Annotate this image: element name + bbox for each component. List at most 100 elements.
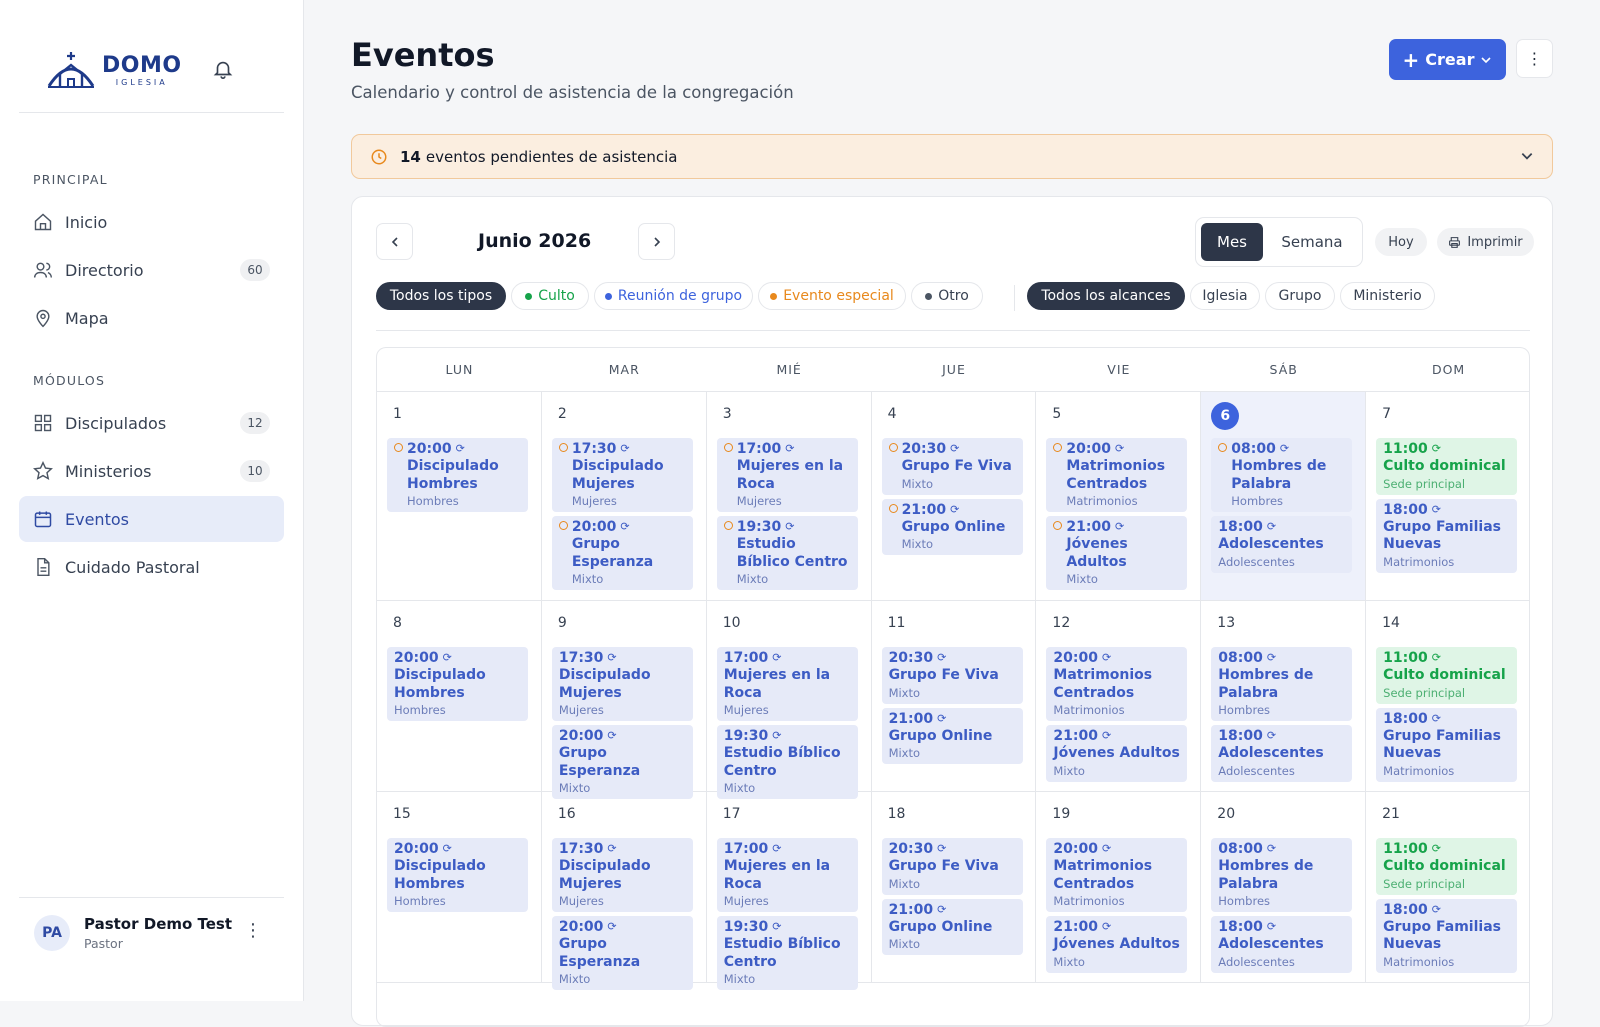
event-time: 21:00 xyxy=(1066,519,1111,535)
day-cell[interactable]: 13 08:00 ⟳ Hombres de Palabra Hombres 18:00 ⟳ A… xyxy=(1201,601,1367,792)
day-cell[interactable]: 17 17:00 ⟳ Mujeres en la Roca Mujeres 19:30 ⟳ E… xyxy=(706,792,872,990)
event-item[interactable]: 21:00 ⟳ Jóvenes Adultos Mixto xyxy=(1046,516,1188,590)
day-cell[interactable]: 2 17:30 ⟳ Discipulado Mujeres Mujeres 20:00 ⟳ G… xyxy=(541,392,707,601)
day-cell[interactable]: 14 11:00 ⟳ Culto dominical Sede principal 18:… xyxy=(1366,601,1529,792)
event-item[interactable]: 20:00 ⟳ Discipulado Hombres Hombres xyxy=(387,838,528,912)
event-time-row: 20:00 ⟳ xyxy=(394,440,521,458)
day-cell[interactable]: 16 17:30 ⟳ Discipulado Mujeres Mujeres 20:00 ⟳… xyxy=(541,792,707,990)
user-profile[interactable]: PA Pastor Demo Test Pastor xyxy=(34,915,232,951)
view-month-button[interactable]: Mes xyxy=(1201,223,1263,261)
print-button[interactable]: Imprimir xyxy=(1437,228,1534,256)
view-week-button[interactable]: Semana xyxy=(1267,223,1357,261)
notifications-button[interactable] xyxy=(212,58,234,84)
event-item[interactable]: 18:00 ⟳ Adolescentes Adolescentes xyxy=(1211,725,1353,782)
event-item[interactable]: 19:30 ⟳ Estudio Bíblico Centro Mixto xyxy=(716,516,858,590)
event-item[interactable]: 18:00 ⟳ Adolescentes Adolescentes xyxy=(1211,516,1353,573)
day-number: 21 xyxy=(1382,806,1400,822)
day-cell[interactable]: 6 08:00 ⟳ Hombres de Palabra Hombres 18:00 ⟳ Ad… xyxy=(1201,392,1367,601)
prev-month-button[interactable] xyxy=(376,223,413,260)
more-options-button[interactable]: ⋮ xyxy=(1516,39,1553,78)
today-button[interactable]: Hoy xyxy=(1375,228,1427,256)
sidebar-item-cuidado-pastoral[interactable]: Cuidado Pastoral xyxy=(19,544,284,590)
event-item[interactable]: 17:30 ⟳ Discipulado Mujeres Mujeres xyxy=(551,647,693,721)
sidebar-item-ministerios[interactable]: Ministerios 10 xyxy=(19,448,284,494)
event-item[interactable]: 21:00 ⟳ Jóvenes Adultos Mixto xyxy=(1046,916,1188,973)
event-item[interactable]: 19:30 ⟳ Estudio Bíblico Centro Mixto xyxy=(716,725,858,799)
sidebar-item-mapa[interactable]: Mapa xyxy=(19,295,284,341)
event-item[interactable]: 21:00 ⟳ Grupo Online Mixto xyxy=(881,707,1023,764)
day-cell[interactable]: 10 17:00 ⟳ Mujeres en la Roca Mujeres 19:30 ⟳ E… xyxy=(706,601,872,799)
recurring-icon: ⟳ xyxy=(607,920,617,933)
sidebar-item-inicio[interactable]: Inicio xyxy=(19,199,284,245)
filter-evento-especial[interactable]: Evento especial xyxy=(758,282,906,310)
filter-reunion-grupo[interactable]: Reunión de grupo xyxy=(594,282,753,310)
day-cell[interactable]: 15 20:00 ⟳ Discipulado Hombres Hombres xyxy=(377,792,542,983)
event-item[interactable]: 08:00 ⟳ Hombres de Palabra Hombres xyxy=(1211,438,1353,512)
event-item[interactable]: 18:00 ⟳ Grupo Familias Nuevas Matrimonios xyxy=(1376,707,1518,782)
event-item[interactable]: 20:00 ⟳ Grupo Esperanza Mixto xyxy=(551,916,693,990)
event-item[interactable]: 11:00 ⟳ Culto dominical Sede principal xyxy=(1376,838,1518,895)
event-item[interactable]: 20:00 ⟳ Matrimonios Centrados Matrimonios xyxy=(1046,438,1188,512)
event-item[interactable]: 20:00 ⟳ Discipulado Hombres Hombres xyxy=(387,438,528,512)
filter-culto[interactable]: Culto xyxy=(511,282,589,310)
day-cell[interactable]: 8 20:00 ⟳ Discipulado Hombres Hombres xyxy=(377,601,542,792)
day-cell[interactable]: 1 20:00 ⟳ Discipulado Hombres Hombres xyxy=(377,392,542,601)
event-item[interactable]: 21:00 ⟳ Jóvenes Adultos Mixto xyxy=(1046,725,1188,782)
day-cell[interactable]: 5 20:00 ⟳ Matrimonios Centrados Matrimonios 2… xyxy=(1036,392,1202,601)
event-item[interactable]: 17:30 ⟳ Discipulado Mujeres Mujeres xyxy=(551,438,693,512)
event-item[interactable]: 18:00 ⟳ Adolescentes Adolescentes xyxy=(1211,916,1353,973)
day-cell[interactable]: 21 11:00 ⟳ Culto dominical Sede principal 18:… xyxy=(1366,792,1529,983)
event-item[interactable]: 17:00 ⟳ Mujeres en la Roca Mujeres xyxy=(716,647,858,721)
event-item[interactable]: 20:00 ⟳ Grupo Esperanza Mixto xyxy=(551,516,693,590)
event-item[interactable]: 17:00 ⟳ Mujeres en la Roca Mujeres xyxy=(716,438,858,512)
event-group: Mixto xyxy=(888,876,921,891)
event-item[interactable]: 20:00 ⟳ Discipulado Hombres Hombres xyxy=(387,647,528,721)
filter-iglesia[interactable]: Iglesia xyxy=(1190,282,1260,310)
event-item[interactable]: 20:00 ⟳ Matrimonios Centrados Matrimonios xyxy=(1046,647,1188,721)
sidebar-item-eventos[interactable]: Eventos xyxy=(19,496,284,542)
event-item[interactable]: 20:00 ⟳ Grupo Esperanza Mixto xyxy=(551,725,693,799)
user-menu-button[interactable]: ⋮ xyxy=(244,922,262,940)
day-cell[interactable]: 20 08:00 ⟳ Hombres de Palabra Hombres 18:00 ⟳ A… xyxy=(1201,792,1367,983)
day-cell[interactable]: 7 11:00 ⟳ Culto dominical Sede principal 18:0… xyxy=(1366,392,1529,601)
event-item[interactable]: 20:00 ⟳ Matrimonios Centrados Matrimonios xyxy=(1046,838,1188,912)
event-item[interactable]: 21:00 ⟳ Grupo Online Mixto xyxy=(881,498,1023,555)
event-item[interactable]: 20:30 ⟳ Grupo Fe Viva Mixto xyxy=(881,838,1023,895)
event-item[interactable]: 11:00 ⟳ Culto dominical Sede principal xyxy=(1376,438,1518,495)
day-cell[interactable]: 9 17:30 ⟳ Discipulado Mujeres Mujeres 20:00 ⟳ G… xyxy=(541,601,707,799)
filter-todos-tipos[interactable]: Todos los tipos xyxy=(376,282,506,310)
event-item[interactable]: 17:00 ⟳ Mujeres en la Roca Mujeres xyxy=(716,838,858,912)
day-cell[interactable]: 11 20:30 ⟳ Grupo Fe Viva Mixto 21:00 ⟳ Grupo On… xyxy=(871,601,1037,792)
event-item[interactable]: 20:30 ⟳ Grupo Fe Viva Mixto xyxy=(881,438,1023,495)
logo[interactable]: DOMO IGLESIA xyxy=(46,50,182,90)
event-time: 18:00 xyxy=(1218,519,1263,535)
event-name: Matrimonios Centrados xyxy=(1066,458,1166,492)
pending-alert[interactable]: 14 eventos pendientes de asistencia xyxy=(351,134,1553,179)
day-cell[interactable]: 12 20:00 ⟳ Matrimonios Centrados Matrimonios… xyxy=(1036,601,1202,792)
pending-clock-icon xyxy=(723,521,733,530)
day-cell[interactable]: 4 20:30 ⟳ Grupo Fe Viva Mixto 21:00 ⟳ Grupo Onl… xyxy=(871,392,1037,601)
filter-otro[interactable]: Otro xyxy=(911,282,983,310)
next-month-button[interactable] xyxy=(638,223,675,260)
sidebar-item-directorio[interactable]: Directorio 60 xyxy=(19,247,284,293)
event-item[interactable]: 17:30 ⟳ Discipulado Mujeres Mujeres xyxy=(551,838,693,912)
event-item[interactable]: 18:00 ⟳ Grupo Familias Nuevas Matrimonios xyxy=(1376,898,1518,973)
event-time-row: 20:00 ⟳ xyxy=(559,518,686,536)
day-cell[interactable]: 19 20:00 ⟳ Matrimonios Centrados Matrimonios… xyxy=(1036,792,1202,983)
day-cell[interactable]: 3 17:00 ⟳ Mujeres en la Roca Mujeres 19:30 ⟳ Es… xyxy=(706,392,872,601)
event-item[interactable]: 18:00 ⟳ Grupo Familias Nuevas Matrimonios xyxy=(1376,498,1518,573)
event-item[interactable]: 11:00 ⟳ Culto dominical Sede principal xyxy=(1376,647,1518,704)
filter-grupo[interactable]: Grupo xyxy=(1265,282,1335,310)
create-button[interactable]: + Crear xyxy=(1389,39,1506,80)
filter-ministerio[interactable]: Ministerio xyxy=(1340,282,1435,310)
event-item[interactable]: 08:00 ⟳ Hombres de Palabra Hombres xyxy=(1211,838,1353,912)
event-item[interactable]: 08:00 ⟳ Hombres de Palabra Hombres xyxy=(1211,647,1353,721)
day-cell[interactable]: 18 20:30 ⟳ Grupo Fe Viva Mixto 21:00 ⟳ Grupo On… xyxy=(871,792,1037,983)
event-item[interactable]: 20:30 ⟳ Grupo Fe Viva Mixto xyxy=(881,647,1023,704)
event-time-row: 20:00 ⟳ xyxy=(1053,649,1180,667)
sidebar-item-discipulados[interactable]: Discipulados 12 xyxy=(19,400,284,446)
filter-todos-alcances[interactable]: Todos los alcances xyxy=(1027,282,1185,310)
event-item[interactable]: 21:00 ⟳ Grupo Online Mixto xyxy=(881,898,1023,955)
map-pin-icon xyxy=(33,308,53,328)
event-item[interactable]: 19:30 ⟳ Estudio Bíblico Centro Mixto xyxy=(716,916,858,990)
